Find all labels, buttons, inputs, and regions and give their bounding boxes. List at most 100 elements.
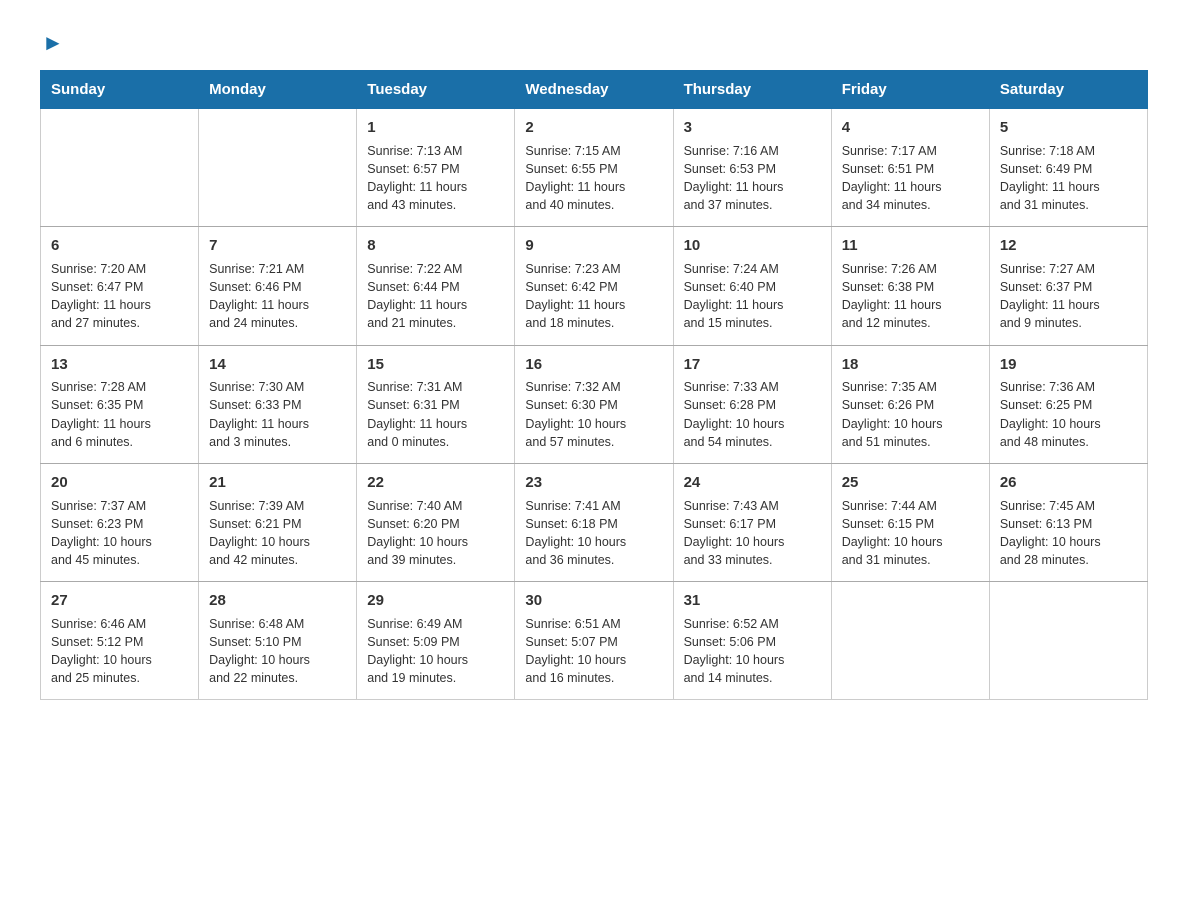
day-info: Sunrise: 7:17 AM Sunset: 6:51 PM Dayligh… <box>842 142 979 215</box>
calendar-cell: 6 Sunrise: 7:20 AM Sunset: 6:47 PM Daylig… <box>41 227 199 345</box>
day-number: 9 <box>525 235 662 257</box>
day-info: Sunrise: 7:27 AM Sunset: 6:37 PM Dayligh… <box>1000 260 1137 333</box>
calendar-cell: 1 Sunrise: 7:13 AM Sunset: 6:57 PM Daylig… <box>357 109 515 227</box>
day-info: Sunrise: 7:30 AM Sunset: 6:33 PM Dayligh… <box>209 378 346 451</box>
calendar-cell: 14Sunrise: 7:30 AM Sunset: 6:33 PM Dayli… <box>199 345 357 463</box>
calendar-cell: 10Sunrise: 7:24 AM Sunset: 6:40 PM Dayli… <box>673 227 831 345</box>
calendar-header-row: SundayMondayTuesdayWednesdayThursdayFrid… <box>41 71 1148 109</box>
calendar-cell: 16Sunrise: 7:32 AM Sunset: 6:30 PM Dayli… <box>515 345 673 463</box>
header-sunday: Sunday <box>41 71 199 109</box>
day-number: 11 <box>842 235 979 257</box>
week-row-4: 20 Sunrise: 7:37 AM Sunset: 6:23 PM Dayli… <box>41 463 1148 581</box>
calendar-cell: 23Sunrise: 7:41 AM Sunset: 6:18 PM Dayli… <box>515 463 673 581</box>
calendar-cell: 26 Sunrise: 7:45 AM Sunset: 6:13 PM Dayli… <box>989 463 1147 581</box>
day-info: Sunrise: 7:37 AM Sunset: 6:23 PM Dayligh… <box>51 497 188 570</box>
header-friday: Friday <box>831 71 989 109</box>
week-row-2: 6 Sunrise: 7:20 AM Sunset: 6:47 PM Daylig… <box>41 227 1148 345</box>
day-number: 3 <box>684 117 821 139</box>
day-number: 2 <box>525 117 662 139</box>
day-number: 6 <box>51 235 188 257</box>
day-number: 1 <box>367 117 504 139</box>
calendar-cell: 12 Sunrise: 7:27 AM Sunset: 6:37 PM Dayli… <box>989 227 1147 345</box>
calendar-cell <box>199 109 357 227</box>
calendar-cell <box>41 109 199 227</box>
day-info: Sunrise: 7:44 AM Sunset: 6:15 PM Dayligh… <box>842 497 979 570</box>
day-number: 30 <box>525 590 662 612</box>
day-info: Sunrise: 7:41 AM Sunset: 6:18 PM Dayligh… <box>525 497 662 570</box>
calendar-cell: 29 Sunrise: 6:49 AM Sunset: 5:09 PM Dayli… <box>357 582 515 700</box>
calendar-cell: 9 Sunrise: 7:23 AM Sunset: 6:42 PM Daylig… <box>515 227 673 345</box>
day-info: Sunrise: 7:23 AM Sunset: 6:42 PM Dayligh… <box>525 260 662 333</box>
day-number: 19 <box>1000 354 1137 376</box>
calendar-cell: 25 Sunrise: 7:44 AM Sunset: 6:15 PM Dayli… <box>831 463 989 581</box>
day-info: Sunrise: 7:39 AM Sunset: 6:21 PM Dayligh… <box>209 497 346 570</box>
day-number: 26 <box>1000 472 1137 494</box>
day-info: Sunrise: 7:13 AM Sunset: 6:57 PM Dayligh… <box>367 142 504 215</box>
calendar-cell: 19Sunrise: 7:36 AM Sunset: 6:25 PM Dayli… <box>989 345 1147 463</box>
calendar-cell: 18Sunrise: 7:35 AM Sunset: 6:26 PM Dayli… <box>831 345 989 463</box>
day-number: 10 <box>684 235 821 257</box>
day-info: Sunrise: 6:49 AM Sunset: 5:09 PM Dayligh… <box>367 615 504 688</box>
day-number: 4 <box>842 117 979 139</box>
header-wednesday: Wednesday <box>515 71 673 109</box>
day-info: Sunrise: 7:45 AM Sunset: 6:13 PM Dayligh… <box>1000 497 1137 570</box>
day-number: 25 <box>842 472 979 494</box>
day-number: 16 <box>525 354 662 376</box>
day-number: 15 <box>367 354 504 376</box>
week-row-3: 13Sunrise: 7:28 AM Sunset: 6:35 PM Dayli… <box>41 345 1148 463</box>
day-number: 29 <box>367 590 504 612</box>
calendar-cell: 3Sunrise: 7:16 AM Sunset: 6:53 PM Daylig… <box>673 109 831 227</box>
calendar-cell: 28 Sunrise: 6:48 AM Sunset: 5:10 PM Dayli… <box>199 582 357 700</box>
day-info: Sunrise: 7:43 AM Sunset: 6:17 PM Dayligh… <box>684 497 821 570</box>
day-info: Sunrise: 6:51 AM Sunset: 5:07 PM Dayligh… <box>525 615 662 688</box>
day-info: Sunrise: 6:48 AM Sunset: 5:10 PM Dayligh… <box>209 615 346 688</box>
calendar-cell: 24 Sunrise: 7:43 AM Sunset: 6:17 PM Dayli… <box>673 463 831 581</box>
day-info: Sunrise: 7:18 AM Sunset: 6:49 PM Dayligh… <box>1000 142 1137 215</box>
day-info: Sunrise: 6:52 AM Sunset: 5:06 PM Dayligh… <box>684 615 821 688</box>
calendar-cell: 8 Sunrise: 7:22 AM Sunset: 6:44 PM Daylig… <box>357 227 515 345</box>
day-info: Sunrise: 7:22 AM Sunset: 6:44 PM Dayligh… <box>367 260 504 333</box>
day-number: 8 <box>367 235 504 257</box>
day-number: 18 <box>842 354 979 376</box>
day-number: 24 <box>684 472 821 494</box>
day-info: Sunrise: 7:40 AM Sunset: 6:20 PM Dayligh… <box>367 497 504 570</box>
day-info: Sunrise: 7:15 AM Sunset: 6:55 PM Dayligh… <box>525 142 662 215</box>
calendar-cell: 21 Sunrise: 7:39 AM Sunset: 6:21 PM Dayli… <box>199 463 357 581</box>
calendar-cell: 4 Sunrise: 7:17 AM Sunset: 6:51 PM Daylig… <box>831 109 989 227</box>
day-info: Sunrise: 7:35 AM Sunset: 6:26 PM Dayligh… <box>842 378 979 451</box>
calendar-cell: 11 Sunrise: 7:26 AM Sunset: 6:38 PM Dayli… <box>831 227 989 345</box>
day-info: Sunrise: 7:20 AM Sunset: 6:47 PM Dayligh… <box>51 260 188 333</box>
calendar-cell <box>831 582 989 700</box>
day-info: Sunrise: 7:28 AM Sunset: 6:35 PM Dayligh… <box>51 378 188 451</box>
calendar-cell: 22 Sunrise: 7:40 AM Sunset: 6:20 PM Dayli… <box>357 463 515 581</box>
day-number: 27 <box>51 590 188 612</box>
calendar-cell: 31 Sunrise: 6:52 AM Sunset: 5:06 PM Dayli… <box>673 582 831 700</box>
day-number: 28 <box>209 590 346 612</box>
day-number: 17 <box>684 354 821 376</box>
day-number: 14 <box>209 354 346 376</box>
week-row-5: 27Sunrise: 6:46 AM Sunset: 5:12 PM Dayli… <box>41 582 1148 700</box>
day-info: Sunrise: 7:26 AM Sunset: 6:38 PM Dayligh… <box>842 260 979 333</box>
day-number: 7 <box>209 235 346 257</box>
logo: ► <box>40 30 64 56</box>
day-number: 20 <box>51 472 188 494</box>
day-number: 12 <box>1000 235 1137 257</box>
day-info: Sunrise: 7:32 AM Sunset: 6:30 PM Dayligh… <box>525 378 662 451</box>
day-number: 5 <box>1000 117 1137 139</box>
header-monday: Monday <box>199 71 357 109</box>
day-number: 31 <box>684 590 821 612</box>
calendar-cell: 30 Sunrise: 6:51 AM Sunset: 5:07 PM Dayli… <box>515 582 673 700</box>
header-thursday: Thursday <box>673 71 831 109</box>
page-header: ► <box>40 30 1148 56</box>
day-number: 13 <box>51 354 188 376</box>
calendar-cell: 15Sunrise: 7:31 AM Sunset: 6:31 PM Dayli… <box>357 345 515 463</box>
day-info: Sunrise: 7:21 AM Sunset: 6:46 PM Dayligh… <box>209 260 346 333</box>
week-row-1: 1 Sunrise: 7:13 AM Sunset: 6:57 PM Daylig… <box>41 109 1148 227</box>
calendar-cell: 7 Sunrise: 7:21 AM Sunset: 6:46 PM Daylig… <box>199 227 357 345</box>
day-number: 22 <box>367 472 504 494</box>
logo-arrow-icon: ► <box>42 30 64 56</box>
day-number: 21 <box>209 472 346 494</box>
calendar-cell: 17Sunrise: 7:33 AM Sunset: 6:28 PM Dayli… <box>673 345 831 463</box>
header-tuesday: Tuesday <box>357 71 515 109</box>
day-info: Sunrise: 7:31 AM Sunset: 6:31 PM Dayligh… <box>367 378 504 451</box>
